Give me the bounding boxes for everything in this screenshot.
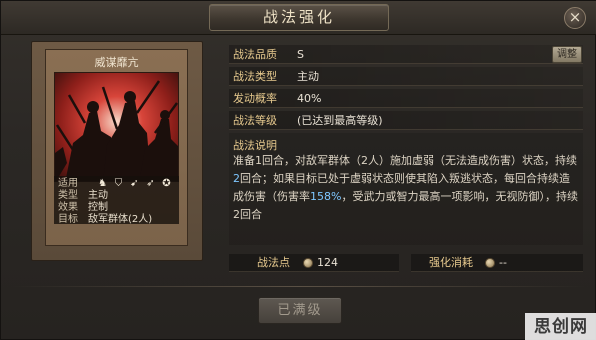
window-title: 战法强化: [209, 4, 389, 31]
attr-label: 战法等级: [233, 114, 277, 127]
max-level-button[interactable]: 已满级: [258, 297, 342, 324]
site-watermark: 思创网: [525, 313, 596, 340]
skill-points-icon: [303, 258, 313, 268]
close-icon: ×: [568, 8, 582, 26]
upgrade-cost-icon: [485, 258, 495, 268]
attr-row-type: 战法类型 主动: [229, 67, 583, 86]
card-row-applicable: 适用 ♞ ⛉ ➹ ➶ ✪: [58, 178, 171, 190]
skill-points-label: 战法点: [257, 256, 290, 269]
title-bar: 战法强化 ×: [1, 1, 596, 35]
unit-type-icons: ♞ ⛉ ➹ ➶ ✪: [96, 178, 173, 190]
skill-card: 威谋靡亢 适用 ♞ ⛉ ➹ ➶ ✪ 类型 主动 效果 控制 目标 敌军群体(2人…: [45, 49, 188, 246]
card-row-target: 目标 敌军群体(2人): [58, 214, 152, 226]
card-row-key: 目标: [58, 214, 78, 225]
card-row-value: 控制: [88, 202, 108, 213]
adjust-button[interactable]: 调整: [552, 46, 582, 63]
attr-label: 发动概率: [233, 92, 277, 105]
attr-label: 战法品质: [233, 48, 277, 61]
attr-row-trigger-rate: 发动概率 40%: [229, 89, 583, 108]
attr-label: 战法类型: [233, 70, 277, 83]
upgrade-cost-value: --: [499, 256, 507, 269]
skill-card-artwork: [54, 72, 179, 182]
card-row-value: 敌军群体(2人): [88, 214, 153, 225]
attr-row-quality: 战法品质 S: [229, 45, 583, 64]
card-row-key: 适用: [58, 178, 78, 189]
skill-description: 战法说明 准备1回合，对敌军群体（2人）施加虚弱（无法造成伤害）状态，持续2回合…: [229, 133, 583, 245]
card-row-key: 效果: [58, 202, 78, 213]
bow-icon: ➹: [130, 178, 139, 189]
attr-value: (已达到最高等级): [297, 114, 383, 127]
skill-card-info: 适用 ♞ ⛉ ➹ ➶ ✪ 类型 主动 效果 控制 目标 敌军群体(2人): [54, 176, 179, 226]
upgrade-cost-label: 强化消耗: [429, 256, 473, 269]
duration-highlight: 2: [233, 172, 240, 185]
upgrade-cost-row: 强化消耗 --: [411, 254, 583, 272]
description-segment: 准备1回合，对敌军群体（2人）施加虚弱（无法造成伤害）状态，持续: [233, 154, 577, 167]
skill-points-value: 124: [317, 256, 338, 269]
skill-card-name: 威谋靡亢: [94, 56, 139, 69]
card-row-key: 类型: [58, 190, 78, 201]
close-button[interactable]: ×: [564, 7, 586, 29]
card-row-effect: 效果 控制: [58, 202, 108, 214]
footer-divider: [13, 286, 585, 287]
skill-points-row: 战法点 124: [229, 254, 399, 272]
description-heading: 战法说明: [233, 139, 277, 152]
description-text: 准备1回合，对敌军群体（2人）施加虚弱（无法造成伤害）状态，持续2回合；如果目标…: [233, 152, 579, 224]
spear-icon: ➶: [146, 178, 155, 189]
attr-value: S: [297, 48, 304, 61]
attr-value: 主动: [297, 70, 319, 83]
attr-value: 40%: [297, 92, 322, 105]
card-row-value: 主动: [88, 190, 108, 201]
shield-icon: ⛉: [114, 178, 123, 189]
wheel-icon: ✪: [162, 178, 171, 189]
battle-silhouette-image: [55, 80, 178, 181]
card-row-type: 类型 主动: [58, 190, 108, 202]
cavalry-icon: ♞: [98, 178, 107, 189]
skill-upgrade-window: 战法强化 × 威谋靡亢 适用 ♞ ⛉ ➹ ➶ ✪ 类型 主动 效果 控制 目标 …: [0, 0, 596, 340]
attr-row-level: 战法等级 (已达到最高等级): [229, 111, 583, 130]
damage-rate-highlight: 158%: [310, 190, 342, 203]
